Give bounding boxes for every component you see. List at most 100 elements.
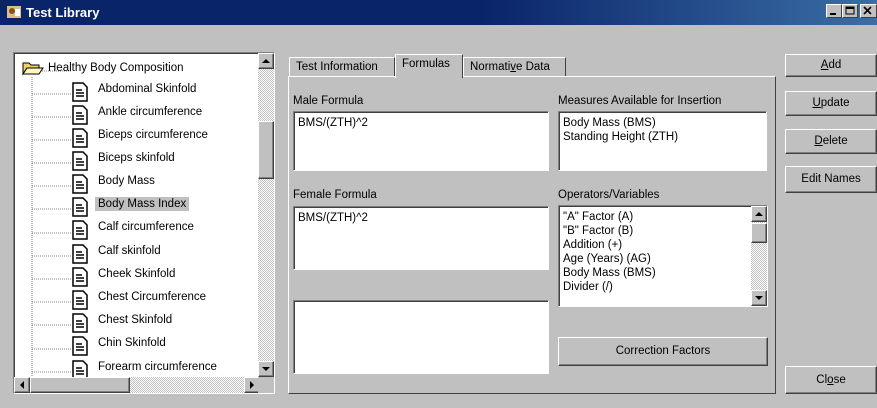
tree-item-label: Cheek Skinfold [98,268,176,280]
window-title: Test Library [26,5,100,20]
tree-item-label: Biceps circumference [98,129,208,141]
male-formula-label: Male Formula [293,95,364,107]
tree-item[interactable]: Chest Circumference [71,289,271,311]
tree-root-label: Healthy Body Composition [48,62,184,74]
close-button[interactable]: Close [785,366,877,394]
operators-scroll-up-button[interactable] [751,206,767,222]
scroll-left-button[interactable] [14,377,30,393]
arrow-up-icon [262,59,270,63]
tree-item-label: Abdominal Skinfold [98,83,197,95]
tree-item-label: Calf skinfold [98,245,161,257]
tab-formulas-label: Formulas [402,58,450,70]
correction-factors-button[interactable]: Correction Factors [558,337,768,366]
female-formula-label: Female Formula [293,189,377,201]
document-icon [72,105,88,125]
delete-button-label: Delete [814,135,848,147]
measure-item[interactable]: Body Mass (BMS) [563,116,762,130]
operator-item[interactable]: Body Mass (BMS) [563,266,763,280]
operators-listbox[interactable]: "A" Factor (A) "B" Factor (B) Addition (… [558,205,768,307]
tab-formulas[interactable]: Formulas [395,54,463,78]
tree-vertical-scrollbar[interactable] [258,53,274,377]
tree-scroll-thumb[interactable] [258,121,274,179]
tree-item-label: Body Mass Index [95,197,190,211]
minimize-icon [830,13,836,15]
close-icon [863,6,872,15]
document-icon [72,151,88,171]
operator-item[interactable]: "A" Factor (A) [563,210,763,224]
close-button-label: Close [816,374,846,386]
document-icon [72,82,88,102]
tree-item[interactable]: Ankle circumference [71,104,271,126]
tree-item-label: Ankle circumference [98,106,203,118]
arrow-down-icon [755,296,763,300]
add-button-label: Add [820,59,842,71]
tree-item[interactable]: Cheek Skinfold [71,266,271,288]
update-button-label: Update [812,97,850,109]
tab-test-information[interactable]: Test Information [289,57,395,77]
tree-item-selected[interactable]: Body Mass Index [71,196,271,218]
edit-names-button[interactable]: Edit Names [785,166,877,193]
formula-notes-field[interactable] [293,300,549,374]
operator-item[interactable]: Age (Years) (AG) [563,252,763,266]
tab-normative-data[interactable]: Normative Data [463,57,566,77]
document-icon [72,128,88,148]
scroll-corner [258,377,274,393]
document-icon [72,267,88,287]
tree-item-label: Chin Skinfold [98,337,166,349]
open-folder-icon [22,62,44,76]
measures-available-label: Measures Available for Insertion [558,95,722,107]
operator-item[interactable]: "B" Factor (B) [563,224,763,238]
arrow-left-icon [20,381,24,389]
scroll-down-button[interactable] [258,361,274,377]
document-icon [72,313,88,333]
operators-scrollbar[interactable] [751,206,767,306]
add-button[interactable]: Add [785,54,877,77]
tree-hscroll-thumb[interactable] [30,377,130,393]
tree-horizontal-scrollbar[interactable] [14,377,260,393]
male-formula-field[interactable]: BMS/(ZTH)^2 [293,111,549,171]
operator-item[interactable]: Addition (+) [563,238,763,252]
tree-item[interactable]: Chin Skinfold [71,335,271,357]
tree-item[interactable]: Chest Skinfold [71,312,271,334]
tab-normative-data-label: Normative Data [470,61,550,73]
edit-names-label: Edit Names [801,173,861,185]
document-icon [72,290,88,310]
tree-item-label: Forearm circumference [98,361,217,373]
close-window-button[interactable] [860,4,877,18]
tree-item[interactable]: Abdominal Skinfold [71,81,271,103]
tree-item-label: Chest Skinfold [98,314,173,326]
tree-item-label: Calf circumference [98,221,194,233]
operators-scroll-thumb[interactable] [751,223,767,243]
tree-item-label: Body Mass [98,175,155,187]
delete-button[interactable]: Delete [785,129,877,154]
document-icon [72,174,88,194]
tree-item[interactable]: Calf skinfold [71,243,271,265]
update-button[interactable]: Update [785,91,877,116]
operators-variables-label: Operators/Variables [558,189,660,201]
document-icon [72,197,88,217]
document-icon [72,336,88,356]
measures-listbox[interactable]: Body Mass (BMS) Standing Height (ZTH) [558,111,767,171]
test-tree[interactable]: Healthy Body Composition Abdominal Skinf… [13,52,275,394]
document-icon [72,220,88,240]
tab-test-information-label: Test Information [296,61,378,73]
tree-item-label: Chest Circumference [98,291,207,303]
female-formula-field[interactable]: BMS/(ZTH)^2 [293,206,549,270]
correction-factors-label: Correction Factors [615,345,711,357]
tree-item-label: Biceps skinfold [98,152,175,164]
document-icon [72,244,88,264]
arrow-up-icon [755,212,763,216]
scroll-up-button[interactable] [258,53,274,69]
maximize-button[interactable] [842,4,858,18]
operator-item[interactable]: Divider (/) [563,280,763,294]
tree-item[interactable]: Body Mass [71,173,271,195]
arrow-down-icon [262,367,270,371]
tree-item[interactable]: Biceps skinfold [71,150,271,172]
arrow-right-icon [250,381,254,389]
measure-item[interactable]: Standing Height (ZTH) [563,130,762,144]
tree-item[interactable]: Biceps circumference [71,127,271,149]
app-icon [7,6,21,18]
tree-item[interactable]: Calf circumference [71,219,271,241]
minimize-button[interactable] [826,4,842,18]
operators-scroll-down-button[interactable] [751,290,767,306]
